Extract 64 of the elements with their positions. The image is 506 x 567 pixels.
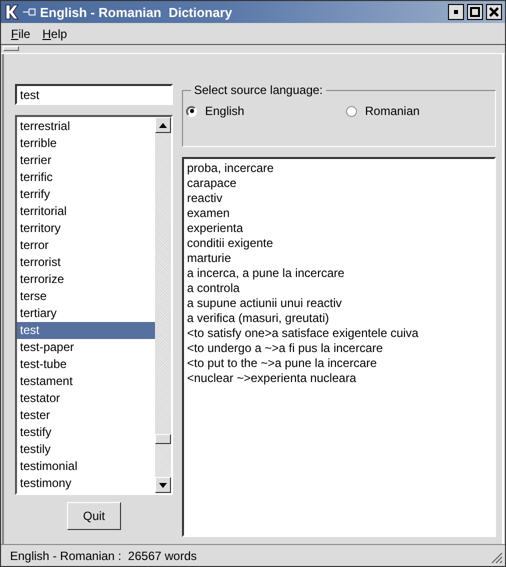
radio-label[interactable]: Romanian (365, 104, 420, 118)
word-list-item[interactable]: terrific (17, 169, 155, 186)
translation-line: a incerca, a pune la incercare (187, 266, 346, 281)
word-list-item[interactable]: terrorist (17, 254, 155, 271)
close-icon (489, 7, 499, 17)
translation-line: a supune actiunii unui reactiv (187, 296, 343, 311)
search-field[interactable]: test (15, 84, 173, 105)
radio-label[interactable]: English (205, 104, 244, 118)
maximize-button[interactable] (467, 4, 483, 20)
quit-button[interactable]: Quit (67, 502, 121, 530)
radio-button[interactable] (346, 106, 357, 116)
translation-line: carapace (187, 176, 238, 191)
down-arrow-icon (159, 482, 167, 488)
word-list-item[interactable]: testimonial (17, 458, 155, 475)
word-list-item[interactable]: terse (17, 288, 155, 305)
group-label: Select source language: (191, 83, 326, 97)
translation-line: experienta (187, 221, 244, 236)
translation-line: <to undergo a ~>a fi pus la incercare (187, 341, 384, 356)
resize-grip-icon[interactable] (491, 552, 503, 564)
radio-button[interactable] (186, 106, 197, 116)
menu-item[interactable]: File (5, 26, 36, 40)
word-list-item[interactable]: terrier (17, 152, 155, 169)
minimize-icon (454, 10, 458, 14)
word-list-item[interactable]: testify (17, 424, 155, 441)
scroll-down-button[interactable] (155, 477, 171, 493)
word-list-item[interactable]: test-tube (17, 356, 155, 373)
word-list-item[interactable]: terror (17, 237, 155, 254)
word-list-item[interactable]: terrible (17, 135, 155, 152)
translation-line: conditii exigente (187, 236, 274, 251)
translation-line: reactiv (187, 191, 224, 206)
word-list-item[interactable]: tertiary (17, 305, 155, 322)
word-list-item[interactable]: test-paper (17, 339, 155, 356)
scrollbar[interactable] (155, 117, 171, 493)
translation-line: <nuclear ~>experienta nucleara (187, 371, 358, 386)
word-list-item[interactable]: testament (17, 373, 155, 390)
scrollbar-thumb[interactable] (155, 434, 171, 444)
translation-line: examen (187, 206, 231, 221)
translation-line: a controla (187, 281, 241, 296)
translation-line: proba, incercare (187, 161, 275, 176)
minimize-button[interactable] (448, 4, 464, 20)
word-list-item[interactable]: testily (17, 441, 155, 458)
word-list-item[interactable]: test (17, 322, 155, 339)
word-list-item[interactable]: testator (17, 390, 155, 407)
word-list-item[interactable]: territory (17, 220, 155, 237)
word-list-item[interactable]: territorial (17, 203, 155, 220)
window-title: English - Romanian Dictionary (40, 4, 234, 20)
close-button[interactable] (486, 4, 502, 20)
up-arrow-icon (159, 122, 167, 128)
translation-line: marturie (187, 251, 232, 266)
translation-line: a verifica (masuri, greutati) (187, 311, 330, 326)
pin-icon[interactable] (23, 7, 37, 17)
word-list-item[interactable]: terrestrial (17, 118, 155, 135)
translation-line: <to satisfy one>a satisface exigentele cuiva (187, 326, 420, 341)
menu-item[interactable]: Help (36, 26, 74, 40)
translation-line: <to put to the ~>a pune la incercare (187, 356, 378, 371)
word-list-item[interactable]: testimony (17, 475, 155, 492)
scroll-up-button[interactable] (155, 117, 171, 133)
maximize-icon (470, 7, 480, 17)
word-list-item[interactable]: terrorize (17, 271, 155, 288)
word-list-item[interactable]: tester (17, 407, 155, 424)
app-logo-icon[interactable] (4, 4, 20, 20)
word-list-item[interactable]: terrify (17, 186, 155, 203)
status-text: English - Romanian : 26567 words (10, 548, 197, 562)
toolbar-handle[interactable] (3, 46, 19, 51)
